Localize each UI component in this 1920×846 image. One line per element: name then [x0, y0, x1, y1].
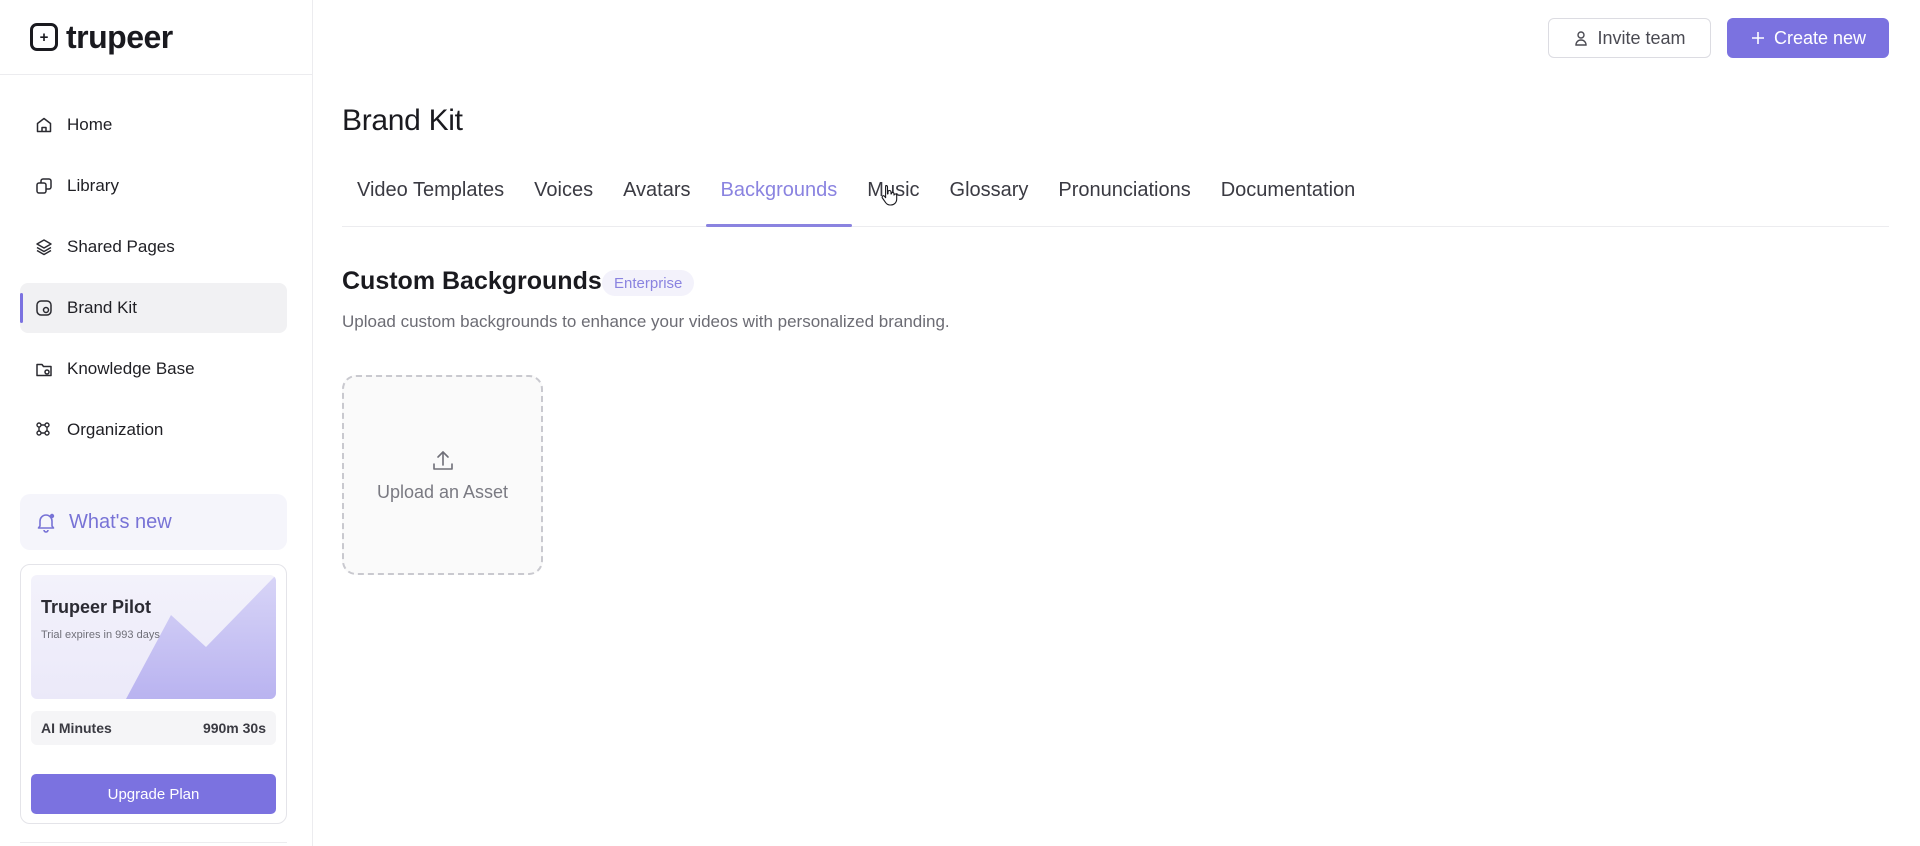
plan-title: Trupeer Pilot: [41, 597, 152, 617]
sidebar-item-organization[interactable]: Organization: [20, 405, 287, 455]
sidebar-item-library[interactable]: Library: [20, 161, 287, 211]
hand-cursor-icon: [881, 184, 898, 206]
sidebar-divider: [0, 74, 313, 75]
sidebar-item-shared-pages[interactable]: Shared Pages: [20, 222, 287, 272]
plan-banner: Trupeer Pilot Trial expires in 993 days: [31, 575, 276, 699]
enterprise-badge: Enterprise: [602, 270, 695, 296]
bell-icon: [37, 513, 55, 533]
sidebar-item-knowledge-base[interactable]: Knowledge Base: [20, 344, 287, 394]
folder-icon: [35, 360, 53, 378]
sidebar-item-label: Home: [67, 115, 113, 134]
upload-asset-label: Upload an Asset: [376, 481, 509, 502]
tab-glossary[interactable]: Glossary: [935, 162, 1044, 218]
home-icon: [35, 116, 53, 134]
upload-icon: [432, 450, 453, 470]
brand-kit-icon: [35, 299, 53, 317]
upgrade-plan-button[interactable]: Upgrade Plan: [31, 774, 276, 814]
upload-asset-dropzone[interactable]: Upload an Asset: [342, 375, 543, 575]
sidebar-item-label: Brand Kit: [67, 298, 137, 317]
logo-mark-icon: [30, 23, 58, 51]
sidebar: trupeer Home Library Shared Pages: [0, 0, 313, 846]
whats-new-label: What's new: [69, 510, 172, 533]
sidebar-item-home[interactable]: Home: [20, 100, 287, 150]
layers-icon: [35, 238, 53, 256]
tab-pronunciations[interactable]: Pronunciations: [1043, 162, 1205, 218]
create-new-label: Create new: [1773, 27, 1867, 48]
plan-card: Trupeer Pilot Trial expires in 993 days …: [20, 564, 287, 824]
app-root: trupeer Home Library Shared Pages: [0, 0, 1920, 846]
logo[interactable]: trupeer: [30, 18, 173, 55]
sidebar-item-label: Library: [67, 176, 119, 195]
sidebar-item-label: Organization: [67, 420, 164, 439]
sidebar-item-brand-kit[interactable]: Brand Kit: [20, 283, 287, 333]
sidebar-item-label: Shared Pages: [67, 237, 175, 256]
user-icon: [1575, 31, 1588, 46]
create-new-button[interactable]: Create new: [1727, 18, 1889, 58]
section-description: Upload custom backgrounds to enhance you…: [342, 312, 950, 331]
whats-new-button[interactable]: What's new: [20, 494, 287, 550]
invite-team-button[interactable]: Invite team: [1548, 18, 1711, 58]
invite-team-label: Invite team: [1597, 27, 1686, 48]
tab-video-templates[interactable]: Video Templates: [342, 162, 519, 218]
tab-documentation[interactable]: Documentation: [1206, 162, 1371, 218]
tab-voices[interactable]: Voices: [519, 162, 608, 218]
brand-kit-tabs: Video Templates Voices Avatars Backgroun…: [342, 170, 1889, 227]
sidebar-item-label: Knowledge Base: [67, 359, 195, 378]
plus-icon: [1751, 32, 1764, 44]
section-title: Custom Backgrounds: [342, 267, 602, 295]
organization-icon: [35, 421, 53, 439]
tab-avatars[interactable]: Avatars: [608, 162, 705, 218]
library-icon: [35, 177, 53, 195]
logo-text: trupeer: [66, 18, 173, 55]
sidebar-bottom-divider: [20, 842, 287, 843]
ai-minutes-row: AI Minutes 990m 30s: [31, 711, 276, 745]
ai-minutes-label: AI Minutes: [41, 720, 112, 736]
plan-subtitle: Trial expires in 993 days: [41, 629, 160, 641]
sidebar-nav: Home Library Shared Pages Brand Kit Know…: [20, 100, 287, 466]
page-title: Brand Kit: [342, 104, 463, 137]
ai-minutes-value: 990m 30s: [202, 720, 266, 736]
tab-backgrounds[interactable]: Backgrounds: [705, 162, 853, 227]
